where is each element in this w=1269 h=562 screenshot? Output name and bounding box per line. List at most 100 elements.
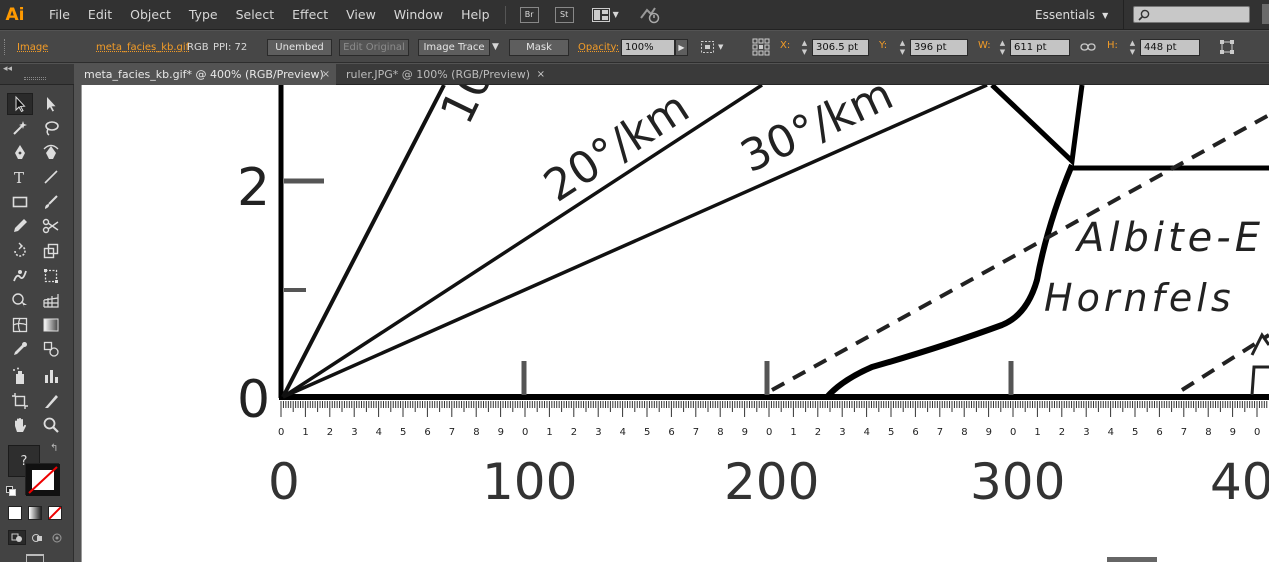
collapse-panels-button[interactable]: ◂◂ (3, 64, 12, 74)
gradient-tool[interactable] (38, 314, 64, 336)
y-stepper[interactable]: ▲ ▼ (897, 39, 908, 56)
stock-button[interactable]: St (554, 6, 574, 23)
arrange-documents-button[interactable]: ▼ (591, 7, 619, 22)
lasso-tool[interactable] (38, 117, 64, 139)
type-tool[interactable]: T (7, 166, 33, 188)
draw-behind-button[interactable] (28, 530, 46, 545)
default-colors-icon[interactable] (6, 485, 16, 496)
screen-mode-button[interactable] (26, 554, 44, 562)
scissors-tool[interactable] (38, 215, 64, 237)
zoom-tool[interactable] (38, 414, 64, 436)
magic-wand-tool[interactable] (7, 117, 33, 139)
gradient-button[interactable] (28, 506, 42, 520)
swap-fill-stroke-icon[interactable]: ↰ (50, 443, 58, 454)
menu-view[interactable]: View (337, 0, 385, 30)
menu-effect[interactable]: Effect (283, 0, 337, 30)
scale-tool[interactable] (38, 240, 64, 262)
w-field[interactable]: 611 pt (1010, 39, 1070, 56)
perspective-grid-tool[interactable] (38, 289, 64, 311)
color-button[interactable] (8, 506, 22, 520)
draw-normal-button[interactable] (8, 530, 26, 545)
menu-select[interactable]: Select (227, 0, 284, 30)
line-tool[interactable] (38, 166, 64, 188)
menu-type[interactable]: Type (180, 0, 227, 30)
document-canvas[interactable]: 2 0 10 20°/km 30°/km Albite-E Hornfels 0… (74, 85, 1269, 562)
none-button[interactable] (48, 506, 62, 520)
pencil-tool[interactable] (7, 215, 33, 237)
eyedropper-tool[interactable] (7, 338, 33, 360)
rotate-tool[interactable] (7, 240, 33, 262)
ruler-minor-label: 0 (766, 427, 772, 438)
rectangle-tool[interactable] (7, 191, 33, 213)
free-transform-tool[interactable] (38, 265, 64, 287)
gpu-performance-button[interactable] (639, 6, 661, 24)
curvature-tool[interactable] (38, 141, 64, 163)
column-graph-icon (45, 370, 58, 383)
menu-edit[interactable]: Edit (79, 0, 121, 30)
h-stepper[interactable]: ▲ ▼ (1127, 39, 1138, 56)
close-icon[interactable]: × (537, 69, 545, 80)
ruler-minor-label: 8 (1205, 427, 1211, 438)
tab-meta-facies[interactable]: meta_facies_kb.gif* @ 400% (RGB/Preview)… (74, 64, 336, 85)
y-field[interactable]: 396 pt (910, 39, 968, 56)
direct-selection-tool[interactable] (38, 93, 64, 115)
menu-help[interactable]: Help (452, 0, 499, 30)
opacity-slider-toggle[interactable]: ▶ (675, 39, 688, 56)
chevron-up-icon: ▲ (801, 39, 808, 47)
zoom-icon (43, 417, 59, 433)
color-mode-buttons (8, 506, 66, 522)
selection-type-label[interactable]: Image (17, 31, 48, 63)
warp-tool[interactable] (7, 265, 33, 287)
unembed-button[interactable]: Unembed (267, 39, 332, 56)
transform-button[interactable] (1219, 31, 1235, 63)
constrain-proportions-button[interactable] (1080, 31, 1096, 63)
x-field[interactable]: 306.5 pt (812, 39, 869, 56)
selection-tool[interactable] (7, 93, 33, 115)
ruler-label-400: 40 (1210, 453, 1269, 511)
linked-filename[interactable]: meta_facies_kb.gif (96, 31, 189, 63)
hand-tool[interactable] (7, 414, 33, 436)
slice-tool[interactable] (38, 390, 64, 412)
pasteboard-edge (74, 85, 81, 562)
menu-object[interactable]: Object (121, 0, 180, 30)
chevron-up-icon: ▲ (1129, 39, 1136, 47)
x-stepper[interactable]: ▲ ▼ (799, 39, 810, 56)
shape-builder-tool[interactable] (7, 289, 33, 311)
window-control[interactable] (1262, 4, 1269, 24)
bridge-button[interactable]: Br (519, 6, 539, 23)
opacity-field[interactable]: 100% (621, 39, 675, 56)
mesh-tool[interactable] (7, 314, 33, 336)
control-bar-grip[interactable] (4, 31, 8, 63)
paintbrush-tool[interactable] (38, 191, 64, 213)
column-graph-tool[interactable] (38, 365, 64, 387)
facies-label-hornfels: Hornfels (1044, 276, 1235, 320)
reference-point-button[interactable] (752, 31, 770, 63)
chevron-up-icon: ▲ (899, 39, 906, 47)
ruler-minor-label: 8 (961, 427, 967, 438)
mask-button[interactable]: Mask (509, 39, 569, 56)
symbol-sprayer-icon (13, 367, 24, 384)
help-search[interactable] (1133, 6, 1250, 23)
h-field[interactable]: 448 pt (1140, 39, 1200, 56)
w-stepper[interactable]: ▲ ▼ (997, 39, 1008, 56)
workspace-switcher[interactable]: Essentials ▼ (1035, 6, 1108, 24)
close-icon[interactable]: × (322, 69, 330, 80)
opacity-label[interactable]: Opacity: (578, 31, 619, 63)
artboard-tool[interactable] (7, 390, 33, 412)
image-trace-button[interactable]: Image Trace (418, 39, 490, 56)
pen-tool[interactable] (7, 141, 33, 163)
blend-tool[interactable] (38, 338, 64, 360)
symbol-sprayer-tool[interactable] (7, 365, 33, 387)
menu-window[interactable]: Window (385, 0, 452, 30)
draw-inside-button[interactable] (48, 530, 66, 545)
align-to-button[interactable]: ▼ (700, 31, 723, 63)
search-input[interactable] (1154, 8, 1244, 21)
tab-ruler[interactable]: ruler.JPG* @ 100% (RGB/Preview) × (336, 64, 551, 85)
stroke-swatch[interactable] (25, 463, 60, 496)
color-mode: RGB (187, 41, 209, 53)
ruler-minor-label: 8 (717, 427, 723, 438)
image-trace-dropdown-icon[interactable]: ▼ (492, 31, 499, 63)
edit-original-button[interactable]: Edit Original (339, 39, 409, 56)
menu-file[interactable]: File (40, 0, 79, 30)
panel-grip[interactable] (24, 77, 46, 80)
